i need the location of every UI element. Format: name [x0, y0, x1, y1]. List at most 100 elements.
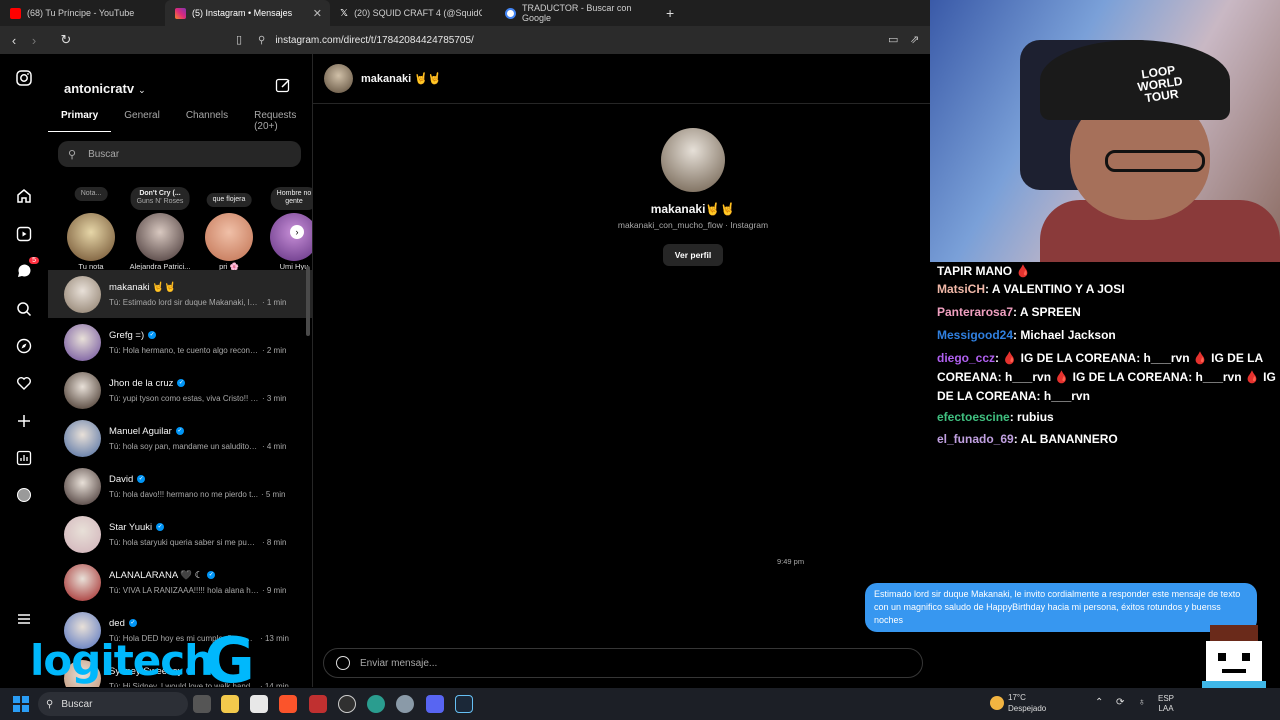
back-icon[interactable]: ‹	[4, 33, 24, 48]
thread-row[interactable]: David ✓ Tú: hola davo!!! hermano no me pie…	[48, 462, 312, 510]
stats-icon[interactable]	[14, 448, 34, 468]
brave-browser-icon[interactable]	[279, 695, 297, 713]
thread-name: Grefg =) ✓	[109, 330, 289, 341]
create-icon[interactable]	[14, 411, 34, 431]
avatar	[661, 128, 725, 192]
thread-row[interactable]: ALANALARANA 🖤 ☾ ✓ Tú: VIVA LA RANIZAAA!!!!…	[48, 558, 312, 606]
thread-text: Manuel Aguilar ✓ Tú: hola soy pan, mandame…	[109, 426, 289, 451]
chat-message: : AL BANANNERO	[1013, 432, 1118, 446]
new-tab-button[interactable]: +	[666, 5, 674, 21]
chevron-up-icon[interactable]: ⌃	[1095, 697, 1103, 708]
avatar	[64, 419, 101, 457]
chat-header[interactable]: makanaki 🤘🤘	[313, 54, 930, 104]
chat-username[interactable]: Messigood24	[937, 328, 1013, 342]
chevron-down-icon: ⌄	[138, 85, 146, 95]
edge-icon[interactable]	[367, 695, 385, 713]
explore-icon[interactable]	[14, 336, 34, 356]
chat-username[interactable]: diego_ccz	[937, 351, 995, 365]
thread-time: · 2 min	[262, 345, 287, 355]
notes-tray: Nota... Tu nota Don't Cry (... Guns N' Ro…	[48, 187, 312, 272]
inbox-panel: antonicratv ⌄ Primary General Channels Re…	[48, 54, 313, 687]
share-icon[interactable]: ⇗	[910, 33, 919, 46]
browser-tab-youtube[interactable]: (68) Tu Príncipe - YouTube	[0, 0, 165, 26]
thread-row[interactable]: Star Yuuki ✓ Tú: hola staryuki queria sabe…	[48, 510, 312, 558]
close-tab-icon[interactable]: ✕	[313, 7, 322, 20]
site-info-icon[interactable]: ⚲	[258, 35, 265, 46]
view-profile-button[interactable]: Ver perfil	[662, 244, 724, 266]
tab-channels[interactable]: Channels	[173, 110, 241, 132]
home-icon[interactable]	[14, 186, 34, 206]
tab-requests[interactable]: Requests (20+)	[241, 110, 312, 132]
chat-title[interactable]: makanaki 🤘🤘	[361, 72, 442, 85]
avatar	[64, 323, 101, 361]
account-switcher[interactable]: antonicratv ⌄	[64, 81, 146, 96]
profile-name: makanaki🤘🤘	[650, 202, 736, 216]
file-explorer-icon[interactable]	[221, 695, 239, 713]
settings-icon[interactable]	[396, 695, 414, 713]
thread-name: makanaki 🤘🤘	[109, 282, 289, 293]
messages-icon[interactable]: 5	[14, 257, 39, 281]
taskbar-search[interactable]: ⚲ Buscar	[38, 692, 188, 716]
thread-preview-text: Tú: VIVA LA RANIZAAA!!!!! hola alana hoy…	[109, 585, 259, 595]
reload-icon[interactable]: ↻	[56, 32, 76, 48]
chat-username[interactable]: efectoescine	[937, 410, 1010, 424]
reels-icon[interactable]	[14, 224, 34, 244]
webcam-feed: LOOP WORLD TOUR	[930, 0, 1280, 262]
scrollbar[interactable]	[306, 266, 310, 336]
tab-primary[interactable]: Primary	[48, 110, 112, 132]
obs-icon[interactable]	[338, 695, 356, 713]
thread-row[interactable]: Grefg =) ✓ Tú: Hola hermano, te cuento alg…	[48, 318, 312, 366]
address-bar[interactable]: ⚲ instagram.com/direct/t/178420844247857…	[258, 30, 918, 50]
chat-username[interactable]: MatsiCH	[937, 282, 985, 296]
store-icon[interactable]	[250, 695, 268, 713]
media-app-icon[interactable]	[309, 695, 327, 713]
thread-row[interactable]: Manuel Aguilar ✓ Tú: hola soy pan, mandame…	[48, 414, 312, 462]
chat-line: Messigood24: Michael Jackson	[937, 326, 1277, 345]
thread-preview: Tú: hola soy pan, mandame un saludito p.…	[109, 442, 289, 451]
language-indicator[interactable]: ESP LAA	[1158, 694, 1174, 714]
bookmark-icon[interactable]: ▯	[236, 33, 242, 46]
steam-icon[interactable]	[455, 695, 473, 713]
discord-icon[interactable]	[426, 695, 444, 713]
note-text-2: gente	[285, 198, 303, 206]
note-text: Hombre no	[276, 190, 312, 197]
browser-tab-instagram[interactable]: (5) Instagram • Mensajes ✕	[165, 0, 330, 26]
search-icon[interactable]	[14, 299, 34, 319]
avatar[interactable]	[324, 64, 353, 93]
chevron-right-icon[interactable]: ›	[290, 225, 304, 239]
network-icon[interactable]: ⟳	[1116, 697, 1124, 708]
emoji-icon[interactable]	[336, 656, 350, 670]
weather-widget[interactable]: 17°C Despejado	[1008, 692, 1046, 714]
microphone-icon[interactable]: ♁	[1138, 697, 1146, 708]
chat-username[interactable]: Panterarosa7	[937, 305, 1013, 319]
windows-start-icon[interactable]	[13, 696, 29, 712]
tab-general[interactable]: General	[111, 110, 173, 132]
thread-text: Jhon de la cruz ✓ Tú: yupi tyson como esta…	[109, 378, 289, 403]
instagram-icon[interactable]	[14, 68, 34, 88]
compose-icon[interactable]	[275, 77, 291, 98]
cast-icon[interactable]: ▭	[888, 33, 898, 46]
verified-badge-icon: ✓	[175, 427, 184, 435]
message-input[interactable]: Enviar mensaje...	[323, 648, 923, 678]
forward-icon[interactable]: ›	[24, 33, 44, 48]
x-favicon-icon: 𝕏	[340, 7, 349, 19]
google-favicon-icon	[505, 7, 516, 19]
browser-tab-x[interactable]: 𝕏 (20) SQUID CRAFT 4 (@SquidCraftGa	[330, 0, 495, 26]
thread-row[interactable]: Jhon de la cruz ✓ Tú: yupi tyson como esta…	[48, 366, 312, 414]
weather-icon	[990, 696, 1004, 710]
heart-icon[interactable]	[14, 373, 34, 393]
thread-row[interactable]: makanaki 🤘🤘 Tú: Estimado lord sir duque M…	[48, 270, 312, 318]
task-view-icon[interactable]	[193, 695, 211, 713]
chat-username[interactable]: el_funado_69	[937, 432, 1014, 446]
inbox-tabs: Primary General Channels Requests (20+)	[48, 110, 312, 132]
stream-chat: TAPIR MANO 🩸 MatsiCH: A VALENTINO Y A JOS…	[930, 262, 1280, 452]
profile-icon[interactable]	[14, 485, 34, 505]
chat-panel: makanaki 🤘🤘 makanaki🤘🤘 makanaki_con_much…	[313, 54, 1257, 687]
avatar	[64, 563, 101, 601]
browser-tab-google[interactable]: TRADUCTOR - Buscar con Google	[495, 0, 660, 26]
search-input[interactable]: ⚲ Buscar	[58, 141, 301, 167]
thread-name: Jhon de la cruz ✓	[109, 378, 289, 389]
tab-title: TRADUCTOR - Buscar con Google	[522, 3, 632, 23]
message-timestamp: 9:49 pm	[777, 557, 805, 566]
thread-preview: Tú: VIVA LA RANIZAAA!!!!! hola alana hoy…	[109, 586, 289, 595]
